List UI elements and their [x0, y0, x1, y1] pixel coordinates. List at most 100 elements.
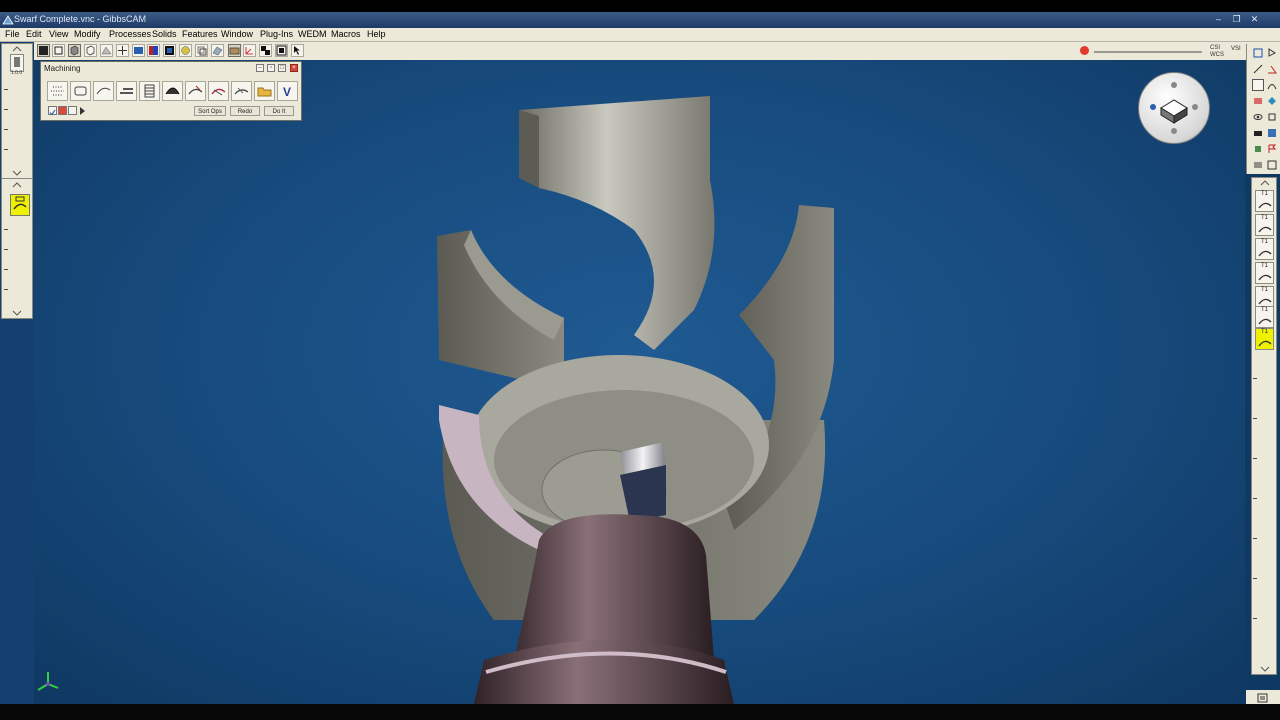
rect-select-icon[interactable] [1253, 48, 1263, 58]
folder-process-icon[interactable] [254, 81, 275, 101]
measure-icon[interactable] [1253, 64, 1263, 74]
menu-file[interactable]: File [5, 29, 20, 39]
scroll-down-icon[interactable] [12, 310, 22, 316]
pointer-icon[interactable] [1267, 48, 1277, 58]
fit-view-icon[interactable] [132, 44, 145, 57]
wcs-icon[interactable] [1253, 128, 1263, 138]
palette-minimize-icon[interactable]: – [256, 64, 264, 72]
contour-process-icon[interactable] [70, 81, 91, 101]
menu-window[interactable]: Window [221, 29, 253, 39]
shaded-view-icon[interactable] [37, 44, 50, 57]
pocket-process-icon[interactable] [93, 81, 114, 101]
solid-view-icon[interactable] [68, 44, 81, 57]
sort-ops-button[interactable]: Sort Ops [194, 106, 226, 116]
cad-viewport[interactable] [34, 60, 1245, 704]
multi-surface-icon[interactable] [231, 81, 252, 101]
op-tool-label: T1 [1261, 263, 1269, 269]
stock-shade-icon[interactable] [1253, 96, 1263, 106]
wireframe-view-icon[interactable] [52, 44, 65, 57]
ruler-tick [1253, 418, 1257, 419]
help-cursor-icon[interactable] [291, 44, 304, 57]
scroll-down-icon[interactable] [12, 170, 22, 176]
close-icon[interactable]: ✕ [1250, 15, 1259, 24]
scroll-up-icon[interactable] [1260, 180, 1270, 186]
menu-features[interactable]: Features [182, 29, 218, 39]
axis-icon[interactable] [243, 44, 256, 57]
operation-tile[interactable]: T1 [1255, 306, 1274, 328]
layers-icon[interactable] [259, 44, 272, 57]
iso-view-icon[interactable] [84, 44, 97, 57]
palette-close-icon[interactable]: × [290, 64, 298, 72]
menu-modify[interactable]: Modify [74, 29, 101, 39]
operation-tile-selected[interactable]: T1 [1255, 328, 1274, 350]
cube-icon[interactable] [1267, 112, 1277, 122]
menu-solids[interactable]: Solids [152, 29, 177, 39]
face-process-icon[interactable] [116, 81, 137, 101]
ruler-tick [1253, 498, 1257, 499]
solid-tool-icon[interactable] [1252, 79, 1264, 91]
window-icon[interactable] [1267, 160, 1277, 170]
operation-tile[interactable]: T1 [1255, 262, 1274, 284]
ruler-tick [4, 89, 8, 90]
menu-wedm[interactable]: WEDM [298, 29, 327, 39]
swarf-process-icon[interactable] [185, 81, 206, 101]
operation-tile[interactable]: T1 [1255, 190, 1274, 212]
restore-icon[interactable]: ❐ [1232, 15, 1241, 24]
shade-options-icon[interactable] [100, 44, 113, 57]
menu-view[interactable]: View [49, 29, 68, 39]
spindle-icon[interactable] [1253, 144, 1263, 154]
play-arrow-icon[interactable] [79, 106, 88, 115]
workgroup-icon[interactable] [275, 44, 288, 57]
copy-icon[interactable] [68, 106, 77, 115]
view-orientation-cube[interactable] [1138, 72, 1210, 144]
grid-icon[interactable] [116, 44, 129, 57]
selected-tool-tile[interactable] [10, 194, 30, 216]
vericut-icon[interactable]: V [277, 81, 298, 101]
scroll-up-icon[interactable] [12, 182, 22, 188]
render-icon[interactable] [179, 44, 192, 57]
drill-process-icon[interactable] [47, 81, 68, 101]
thread-mill-icon[interactable] [139, 81, 160, 101]
menu-plug-ins[interactable]: Plug-Ins [260, 29, 293, 39]
angle-icon[interactable] [1267, 64, 1277, 74]
surface-process-icon[interactable] [162, 81, 183, 101]
sketch-icon[interactable] [1267, 80, 1277, 90]
do-it-button[interactable]: Do It [264, 106, 294, 116]
delete-icon[interactable] [58, 106, 67, 115]
calculator-icon[interactable] [1257, 693, 1268, 703]
operation-tile[interactable]: T1 [1255, 286, 1274, 308]
transparency-icon[interactable] [195, 44, 208, 57]
section-view-icon[interactable] [211, 44, 224, 57]
color-icon[interactable] [147, 44, 160, 57]
scroll-down-icon[interactable] [1260, 666, 1270, 672]
operations-list: T1 T1 T1 T1 T1 T1 T1 [1251, 177, 1277, 675]
menu-bar: File Edit View Modify Processes Solids F… [0, 28, 1280, 42]
machine-icon[interactable] [1267, 128, 1277, 138]
flag-icon[interactable] [1267, 144, 1277, 154]
palette-maximize-icon[interactable]: □ [278, 64, 286, 72]
eye-icon[interactable] [1253, 112, 1263, 122]
gibbscam-app-icon[interactable] [2, 14, 14, 26]
display-toggle-icon[interactable] [163, 44, 176, 57]
operation-tile[interactable]: T1 [1255, 238, 1274, 260]
material-icon[interactable] [1267, 96, 1277, 106]
palette-float-icon[interactable]: ▫ [267, 64, 275, 72]
5axis-process-icon[interactable] [208, 81, 229, 101]
palette-title: Machining [44, 64, 81, 73]
menu-processes[interactable]: Processes [109, 29, 151, 39]
right-tool-panel [1246, 44, 1280, 174]
operation-tile[interactable]: T1 [1255, 214, 1274, 236]
menu-macros[interactable]: Macros [331, 29, 361, 39]
stop-indicator-icon[interactable] [1080, 46, 1089, 55]
redo-button[interactable]: Redo [230, 106, 260, 116]
minimize-icon[interactable]: – [1214, 15, 1223, 24]
list-icon[interactable] [1253, 160, 1263, 170]
checkbox-icon[interactable] [48, 106, 57, 116]
menu-help[interactable]: Help [367, 29, 386, 39]
wcs-label: WCS [1210, 52, 1224, 58]
svg-text:V: V [283, 85, 291, 99]
scroll-up-icon[interactable] [12, 46, 22, 52]
stock-view-icon[interactable] [228, 44, 241, 57]
speed-slider[interactable] [1094, 51, 1202, 53]
menu-edit[interactable]: Edit [26, 29, 42, 39]
